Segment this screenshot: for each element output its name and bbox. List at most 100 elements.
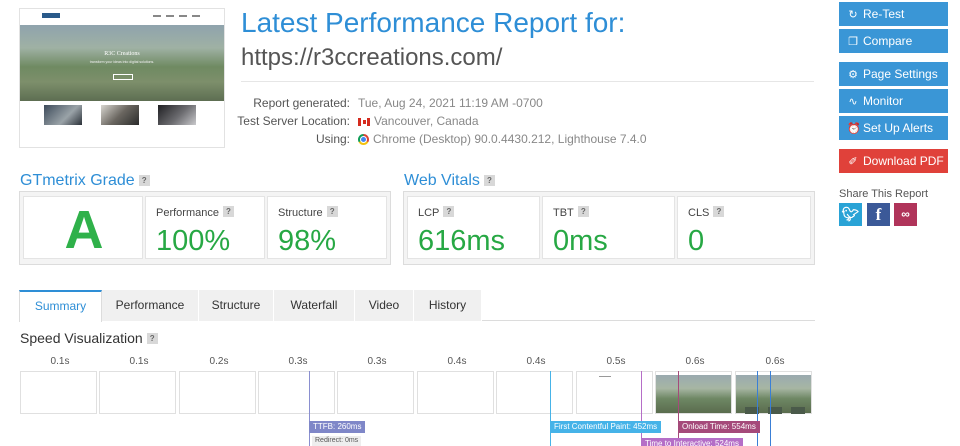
tti-marker: Time to Interactive: 524ms (641, 438, 743, 446)
divider (241, 81, 814, 82)
page-settings-button[interactable]: ⚙ Page Settings (839, 62, 948, 86)
filmstrip-frame (20, 371, 97, 414)
thumbnail-cta (113, 74, 133, 80)
lcp-card: LCP? 616ms (407, 196, 540, 259)
structure-label-text: Structure (278, 207, 323, 219)
filmstrip-detail (791, 407, 805, 414)
lcp-marker-line (770, 371, 771, 446)
lcp-label: LCP? (418, 206, 455, 219)
test-server-value: Vancouver, Canada (358, 114, 479, 128)
thumbnail-nav-links (153, 15, 205, 17)
tab-structure[interactable]: Structure (199, 290, 274, 321)
performance-label-text: Performance (156, 207, 219, 219)
cls-label-text: CLS (688, 207, 710, 219)
help-icon[interactable]: ? (146, 333, 158, 344)
fcp-marker-line (550, 371, 551, 446)
test-server-label: Test Server Location: (237, 114, 350, 128)
tab-performance[interactable]: Performance (102, 290, 199, 321)
alarm-clock-icon: ⏰ (847, 123, 861, 135)
report-generated-value: Tue, Aug 24, 2021 11:19 AM -0700 (358, 96, 543, 110)
tab-video[interactable]: Video (355, 290, 414, 321)
speed-visualization-heading: Speed Visualization? (20, 330, 158, 346)
help-icon[interactable]: ? (443, 206, 455, 217)
facebook-icon[interactable]: f (867, 203, 890, 226)
tab-waterfall[interactable]: Waterfall (274, 290, 355, 321)
thumbnail-site-subtitle: transform your ideas into digital soluti… (89, 60, 155, 64)
cls-value: 0 (688, 225, 705, 257)
report-generated-label: Report generated: (253, 96, 350, 110)
compare-icon: ❐ (848, 36, 858, 48)
thumbnail-image (101, 105, 139, 125)
thumbnail-logo (42, 13, 60, 18)
set-up-alerts-label: Set Up Alerts (863, 121, 934, 135)
lcp-label-text: LCP (418, 207, 440, 219)
download-pdf-label: Download PDF (863, 154, 944, 168)
performance-value: 100% (156, 225, 231, 257)
twitter-icon[interactable]: 🐦︎ (839, 203, 862, 226)
report-url: https://r3ccreations.com/ (241, 44, 503, 71)
timeline-tick: 0.1s (50, 356, 70, 367)
filmstrip-frame (258, 371, 335, 414)
help-icon[interactable]: ? (222, 206, 234, 217)
structure-value: 98% (278, 225, 337, 257)
thumbnail-image (44, 105, 82, 125)
onload-marker-line (678, 371, 679, 446)
ttfb-marker: TTFB: 260ms (309, 421, 366, 433)
fully-loaded-marker-line (757, 371, 758, 446)
ttfb-marker-line (309, 371, 310, 446)
thumbnail-hero: R3C Creations transform your ideas into … (20, 25, 224, 101)
filmstrip-frame (179, 371, 256, 414)
download-pdf-button[interactable]: ✐ Download PDF (839, 149, 948, 173)
thumbnail-image (158, 105, 196, 125)
tti-marker-line (641, 371, 642, 446)
cls-label: CLS? (688, 206, 725, 219)
timeline-tick: 0.3s (367, 356, 387, 367)
performance-label: Performance? (156, 206, 234, 219)
tbt-card: TBT? 0ms (542, 196, 675, 259)
retest-button[interactable]: ↻ Re-Test (839, 2, 948, 26)
help-icon[interactable]: ? (713, 206, 725, 217)
help-icon[interactable]: ? (138, 175, 150, 186)
timeline-tick: 0.2s (209, 356, 229, 367)
filmstrip-frame (655, 371, 732, 414)
help-icon[interactable]: ? (326, 206, 338, 217)
timeline-tick: 0.4s (447, 356, 467, 367)
monitor-button[interactable]: ∿ Monitor (839, 89, 948, 113)
filmstrip-frame (99, 371, 176, 414)
tbt-label-text: TBT (553, 207, 574, 219)
monitor-label: Monitor (863, 94, 904, 108)
retest-icon: ↻ (848, 9, 858, 21)
site-screenshot-thumbnail: R3C Creations transform your ideas into … (19, 8, 225, 148)
gtmetrix-grade-title: GTmetrix Grade (20, 172, 135, 189)
onload-marker: Onload Time: 554ms (678, 421, 760, 433)
thumbnail-navbar (20, 9, 224, 25)
help-icon[interactable]: ? (483, 175, 495, 186)
compare-button[interactable]: ❐ Compare (839, 29, 948, 53)
speed-visualization-title: Speed Visualization (20, 330, 143, 346)
grade-card: A (23, 196, 143, 260)
report-title: Latest Performance Report for: (241, 7, 626, 38)
link-icon[interactable]: ∞ (894, 203, 917, 226)
structure-label: Structure? (278, 206, 338, 219)
timeline-tick: 0.6s (685, 356, 705, 367)
pdf-icon: ✐ (848, 156, 858, 168)
performance-card: Performance? 100% (145, 196, 265, 259)
filmstrip-frame (496, 371, 573, 414)
timeline-tick: 0.1s (129, 356, 149, 367)
retest-label: Re-Test (863, 7, 905, 21)
tbt-value: 0ms (553, 225, 608, 257)
report-tabs: Summary Performance Structure Waterfall … (19, 290, 815, 322)
page-settings-label: Page Settings (863, 67, 938, 81)
monitor-icon: ∿ (848, 96, 858, 108)
tbt-label: TBT? (553, 206, 589, 219)
timeline-tick: 0.6s (765, 356, 785, 367)
timeline-tick: 0.5s (606, 356, 626, 367)
help-icon[interactable]: ? (577, 206, 589, 217)
tab-summary[interactable]: Summary (19, 290, 102, 322)
lcp-value: 616ms (418, 225, 506, 257)
tab-history[interactable]: History (414, 290, 482, 321)
set-up-alerts-button[interactable]: ⏰ Set Up Alerts (839, 116, 948, 140)
grade-letter: A (64, 200, 104, 260)
web-vitals-heading: Web Vitals? (404, 172, 495, 190)
structure-card: Structure? 98% (267, 196, 387, 259)
